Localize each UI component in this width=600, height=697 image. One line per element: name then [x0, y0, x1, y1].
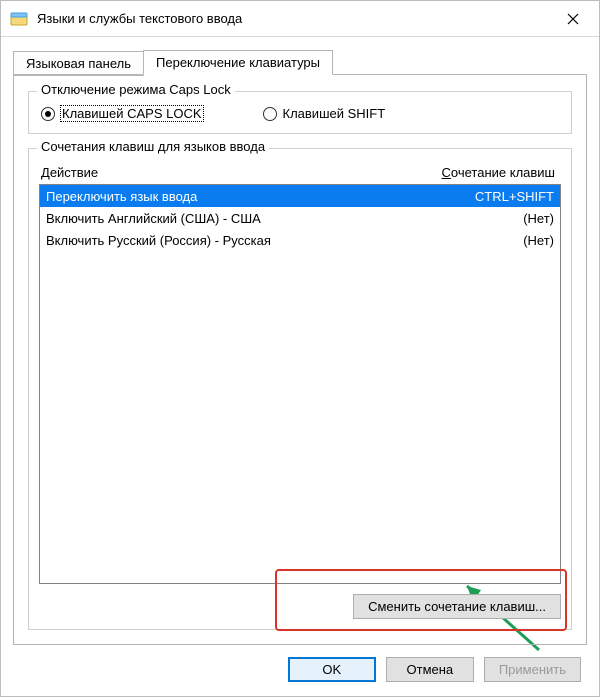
app-icon: [9, 9, 29, 29]
apply-button[interactable]: Применить: [484, 657, 581, 682]
close-icon: [567, 13, 579, 25]
tab-label: Языковая панель: [26, 56, 131, 71]
button-label: Отмена: [407, 662, 454, 677]
hotkey-listbox[interactable]: Переключить язык ввода CTRL+SHIFT Включи…: [39, 184, 561, 584]
list-item-action: Включить Русский (Россия) - Русская: [46, 233, 424, 248]
close-button[interactable]: [551, 4, 595, 34]
tab-language-bar[interactable]: Языковая панель: [13, 51, 144, 76]
button-label: Применить: [499, 662, 566, 677]
tab-label: Переключение клавиатуры: [156, 55, 320, 70]
radio-indicator-icon: [41, 107, 55, 121]
list-item[interactable]: Переключить язык ввода CTRL+SHIFT: [40, 185, 560, 207]
below-list-row: Сменить сочетание клавиш...: [39, 594, 561, 619]
list-item-combo: (Нет): [424, 233, 554, 248]
group-input-language-hotkeys: Сочетания клавиш для языков ввода Действ…: [28, 148, 572, 630]
header-combo-accel: С: [442, 165, 451, 180]
header-action-accel: Д: [41, 165, 50, 180]
group-legend: Отключение режима Caps Lock: [37, 82, 235, 97]
change-key-sequence-button[interactable]: Сменить сочетание клавиш...: [353, 594, 561, 619]
tab-switch-keyboard[interactable]: Переключение клавиатуры: [143, 50, 333, 75]
header-action-rest: ействие: [50, 165, 98, 180]
button-label: OK: [322, 662, 341, 677]
list-headers: Действие Сочетание клавиш: [39, 163, 561, 184]
header-combo-rest: очетание клавиш: [451, 165, 555, 180]
dialog-window: Языки и службы текстового ввода Языковая…: [0, 0, 600, 697]
header-action: Действие: [41, 165, 409, 180]
list-item-action: Включить Английский (США) - США: [46, 211, 424, 226]
tab-strip: Языковая панель Переключение клавиатуры: [13, 47, 587, 75]
list-item[interactable]: Включить Английский (США) - США (Нет): [40, 207, 560, 229]
group-capslock-off: Отключение режима Caps Lock Клавишей CAP…: [28, 91, 572, 134]
radio-shift-key[interactable]: Клавишей SHIFT: [263, 106, 386, 121]
list-item-combo: (Нет): [424, 211, 554, 226]
titlebar: Языки и службы текстового ввода: [1, 1, 599, 37]
capslock-radio-group: Клавишей CAPS LOCK Клавишей SHIFT: [41, 106, 559, 121]
radio-label: Клавишей CAPS LOCK: [61, 106, 203, 121]
window-title: Языки и службы текстового ввода: [37, 11, 551, 26]
radio-indicator-icon: [263, 107, 277, 121]
header-combo: Сочетание клавиш: [409, 165, 559, 180]
radio-capslock-key[interactable]: Клавишей CAPS LOCK: [41, 106, 203, 121]
list-item-action: Переключить язык ввода: [46, 189, 424, 204]
button-label: Сменить сочетание клавиш...: [368, 599, 546, 614]
client-area: Языковая панель Переключение клавиатуры …: [1, 37, 599, 645]
ok-button[interactable]: OK: [288, 657, 376, 682]
radio-label: Клавишей SHIFT: [283, 106, 386, 121]
list-item[interactable]: Включить Русский (Россия) - Русская (Нет…: [40, 229, 560, 251]
cancel-button[interactable]: Отмена: [386, 657, 474, 682]
list-item-combo: CTRL+SHIFT: [424, 189, 554, 204]
group-legend: Сочетания клавиш для языков ввода: [37, 139, 269, 154]
tab-page-switch-keyboard: Отключение режима Caps Lock Клавишей CAP…: [13, 74, 587, 645]
dialog-button-row: OK Отмена Применить: [1, 645, 599, 696]
